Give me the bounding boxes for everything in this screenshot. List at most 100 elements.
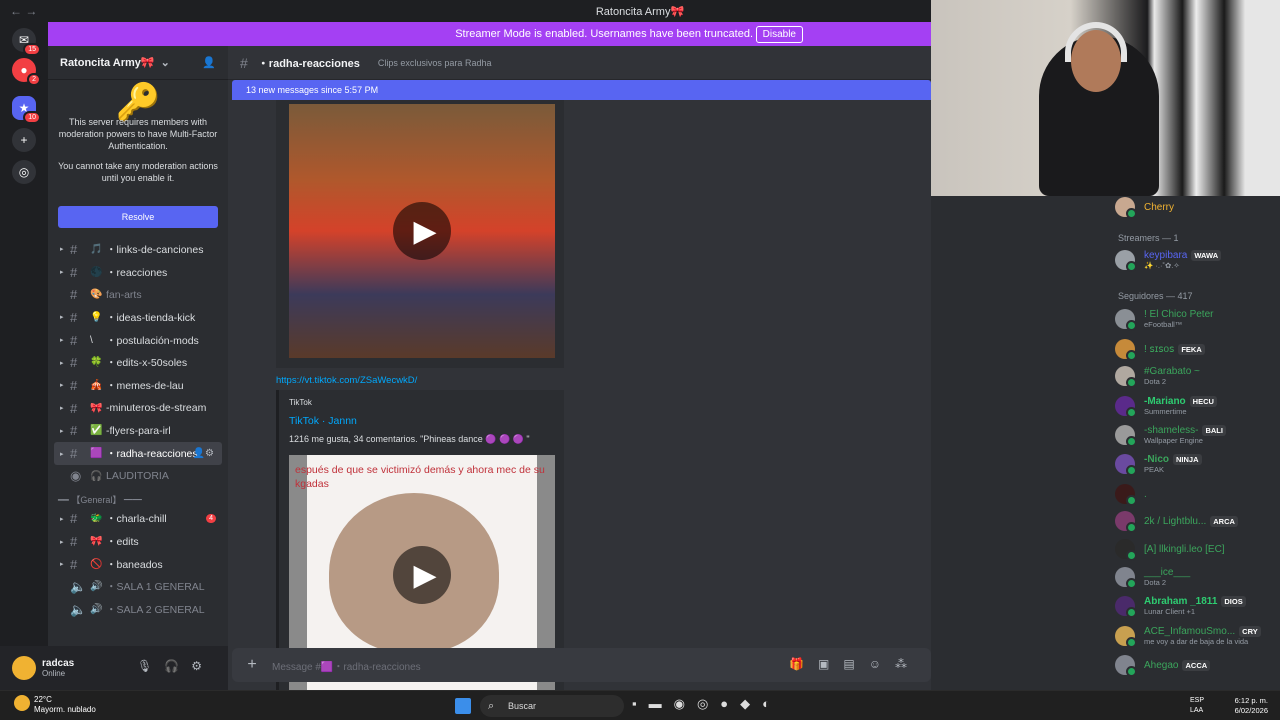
member-item[interactable]: . bbox=[1115, 484, 1147, 506]
voice-channel-item[interactable]: 🔈 🔊 ・SALA 1 GENERAL bbox=[48, 576, 228, 599]
member-name: Ahegao bbox=[1144, 659, 1179, 671]
member-item[interactable]: ___ice___ Dota 2 bbox=[1115, 567, 1190, 589]
app-icon[interactable]: ◆ bbox=[740, 696, 762, 711]
disable-button[interactable]: Disable bbox=[755, 26, 803, 43]
video-thumbnail[interactable]: ▶ bbox=[289, 104, 555, 358]
channel-item[interactable]: ▸ # 🐲 ・charla-chill 4 bbox=[48, 508, 228, 531]
discord-icon[interactable]: ◉ bbox=[674, 696, 697, 711]
member-name: #Garabato ~ bbox=[1144, 366, 1200, 377]
resolve-button[interactable]: Resolve bbox=[58, 206, 218, 228]
channel-item[interactable]: ▸ # 🎀 ・edits bbox=[48, 530, 228, 553]
direct-messages-icon[interactable]: ✉ 15 bbox=[12, 28, 41, 56]
server-icon[interactable]: ● 2 bbox=[12, 58, 41, 86]
server-icon-active[interactable]: ★ 10 bbox=[12, 96, 41, 124]
play-icon[interactable]: ▶ bbox=[393, 546, 451, 604]
user-status: Online bbox=[42, 669, 66, 678]
new-messages-bar[interactable]: 13 new messages since 5:57 PM bbox=[232, 80, 931, 100]
hash-icon: # bbox=[70, 355, 78, 371]
embed-title[interactable]: TikTok · Jannn bbox=[289, 415, 357, 427]
hash-icon: # bbox=[70, 241, 78, 257]
unread-indicator-icon: ▸ bbox=[60, 246, 64, 254]
member-item[interactable]: -Mariano HECU Summertime bbox=[1115, 396, 1217, 418]
hash-icon: # bbox=[70, 332, 78, 348]
play-icon[interactable]: ▶ bbox=[393, 202, 451, 260]
member-item[interactable]: -Nico NINJA PEAK bbox=[1115, 454, 1202, 476]
member-item[interactable]: keypibara WAWA ✨ ·.·˚✿.✧ bbox=[1115, 250, 1222, 272]
hash-icon: # bbox=[70, 377, 78, 393]
obs-icon[interactable]: ◐ bbox=[762, 696, 782, 711]
add-server-icon[interactable]: + bbox=[12, 128, 36, 152]
channel-name: ・ideas-tienda-kick bbox=[106, 311, 196, 324]
gif-icon[interactable]: ▣ bbox=[818, 657, 843, 671]
user-controls[interactable]: 🎙🎧⚙ bbox=[137, 659, 214, 673]
spotify-icon[interactable]: ● bbox=[720, 696, 740, 711]
member-activity: Dota 2 bbox=[1144, 578, 1167, 587]
channel-emoji: 💡 bbox=[90, 311, 103, 323]
message-input[interactable]: Message #🟪・radha-reacciones bbox=[272, 658, 421, 673]
member-item[interactable]: Ahegao ACCA bbox=[1115, 655, 1211, 677]
hash-icon: # bbox=[70, 264, 78, 280]
task-view-icon[interactable]: ▪ bbox=[632, 696, 649, 711]
avatar bbox=[1115, 197, 1137, 219]
language-indicator[interactable]: ESP LAA bbox=[1190, 696, 1204, 716]
language-region: LAA bbox=[1189, 707, 1204, 714]
chrome-icon[interactable]: ◎ bbox=[697, 696, 720, 711]
channel-item[interactable]: ▸ # 🎀 -minuteros-de-stream bbox=[48, 397, 228, 420]
channel-item[interactable]: ▸ # 🌑 ・reacciones bbox=[48, 261, 228, 284]
gift-icon[interactable]: 🎁 bbox=[789, 657, 818, 671]
emoji-icon[interactable]: ☺ bbox=[869, 657, 895, 671]
channel-item-active[interactable]: ▸ # 🟪 ・radha-reacciones 👤⚙ bbox=[54, 442, 222, 465]
file-explorer-icon[interactable]: ▬ bbox=[649, 696, 674, 711]
member-name: ! ꜱɪꜱᴏꜱ bbox=[1144, 343, 1175, 355]
headphones-icon[interactable]: 🎧 bbox=[164, 659, 191, 673]
taskbar-search[interactable]: ⌕ Buscar bbox=[480, 695, 624, 717]
category-header[interactable]: ━━ 【General】 ━━ bbox=[48, 488, 228, 508]
channel-name: ・baneados bbox=[106, 558, 163, 571]
composer-tools[interactable]: 🎁▣▤☺⁂ bbox=[789, 657, 921, 671]
channel-item[interactable]: ◉ 🎧 LAUDITORIA bbox=[48, 465, 228, 488]
add-member-icon[interactable]: 👤 bbox=[202, 56, 216, 69]
member-activity: me voy a dar de baja de la vida bbox=[1144, 637, 1249, 646]
channel-item[interactable]: ▸ # \ ・postulación-mods bbox=[48, 329, 228, 352]
message-composer[interactable]: + Message #🟪・radha-reacciones 🎁▣▤☺⁂ bbox=[232, 648, 931, 682]
channel-item[interactable]: ▸ # 💡 ・ideas-tienda-kick bbox=[48, 306, 228, 329]
member-item[interactable]: ACE_InfamouSmo... CRY me voy a dar de baja… bbox=[1115, 626, 1261, 648]
channel-item[interactable]: ▸ # 🎵 ・links-de-canciones bbox=[48, 238, 228, 261]
voice-channel-item[interactable]: 🔈 🔊 ・SALA 2 GENERAL bbox=[48, 598, 228, 621]
member-group-header: Streamers — 1 bbox=[1118, 233, 1179, 243]
taskbar-apps[interactable]: ▪▬◉◎●◆◐ bbox=[632, 696, 782, 712]
channel-item[interactable]: # 🎨 fan-arts bbox=[48, 283, 228, 306]
channel-topic[interactable]: Clips exclusivos para Radha bbox=[378, 58, 492, 68]
server-header[interactable]: Ratoncita Army🎀 ⌄ 👤 bbox=[48, 46, 228, 80]
member-item[interactable]: -shameless- BALI Wallpaper Engine bbox=[1115, 425, 1226, 447]
member-item[interactable]: #Garabato ~ Dota 2 bbox=[1115, 366, 1200, 388]
avatar[interactable] bbox=[12, 656, 36, 680]
unread-indicator-icon: ▸ bbox=[60, 427, 64, 435]
member-item[interactable]: ! ꜱɪꜱᴏꜱ FEKA bbox=[1115, 339, 1205, 361]
channel-emoji: \ bbox=[90, 334, 93, 346]
member-item[interactable]: ! El Chico Peter eFootball™ bbox=[1115, 309, 1213, 331]
discover-icon[interactable]: ◎ bbox=[12, 160, 36, 184]
member-item[interactable]: Abraham _1811 DIOS Lunar Client +1 bbox=[1115, 596, 1246, 618]
apps-icon[interactable]: ⁂ bbox=[895, 657, 921, 671]
microphone-icon[interactable]: 🎙 bbox=[137, 659, 164, 673]
member-item[interactable]: Cherry bbox=[1115, 197, 1174, 219]
sticker-icon[interactable]: ▤ bbox=[843, 657, 868, 671]
channel-item[interactable]: ▸ # ✅ -flyers-para-irl bbox=[48, 420, 228, 443]
hash-icon: # bbox=[70, 534, 78, 550]
tiktok-link[interactable]: https://vt.tiktok.com/ZSaWecwkD/ bbox=[276, 375, 417, 386]
clock[interactable]: 6:12 p. m. 6/02/2026 bbox=[1235, 696, 1268, 716]
channel-item[interactable]: ▸ # 🎪 ・memes-de-lau bbox=[48, 374, 228, 397]
gear-icon[interactable]: ⚙ bbox=[191, 659, 214, 673]
gear-icon[interactable]: 👤⚙ bbox=[193, 448, 214, 459]
weather-widget[interactable]: 22°C Mayorm. nublado bbox=[14, 695, 96, 715]
channel-item[interactable]: ▸ # 🍀 ・edits-x-50soles bbox=[48, 351, 228, 374]
member-item[interactable]: [A] llkingli.leo [EC] bbox=[1115, 539, 1225, 561]
speaker-icon: 🔈 bbox=[70, 578, 87, 594]
windows-start-icon[interactable] bbox=[455, 698, 471, 714]
attach-icon[interactable]: + bbox=[232, 656, 272, 674]
member-item[interactable]: 2k / Lightblu... ARCA bbox=[1115, 511, 1238, 533]
channel-item[interactable]: ▸ # 🚫 ・baneados bbox=[48, 553, 228, 576]
unread-indicator-icon: ▸ bbox=[60, 314, 64, 322]
member-activity: ✨ ·.·˚✿.✧ bbox=[1144, 261, 1180, 270]
